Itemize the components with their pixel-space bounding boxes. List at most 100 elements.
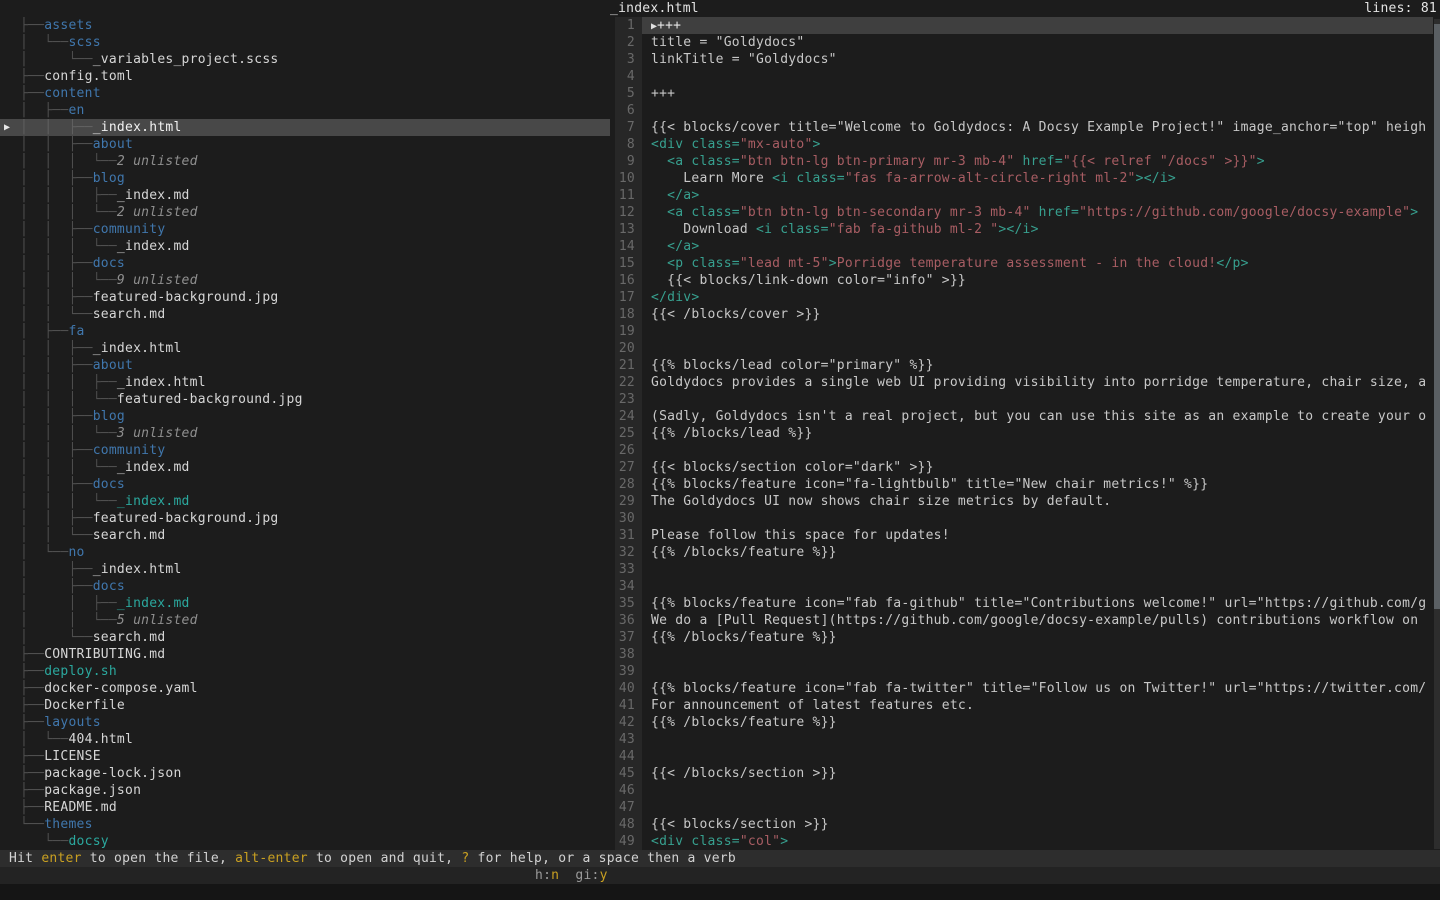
tree-item-community[interactable]: │ │ ├──community <box>0 221 610 238</box>
tree-item-2-unlisted[interactable]: │ │ │ └──2 unlisted <box>0 153 610 170</box>
line-content <box>642 68 1433 85</box>
tree-branch-lines: ├── <box>20 715 44 730</box>
tree-item-fa[interactable]: │ ├──fa <box>0 323 610 340</box>
line-content: linkTitle = "Goldydocs" <box>642 51 1433 68</box>
tree-item-_index.html[interactable]: │ │ ├──_index.html <box>0 340 610 357</box>
tree-item-content[interactable]: ├──content <box>0 85 610 102</box>
tree-item-docsy[interactable]: └──docsy <box>0 833 610 850</box>
tree-item-_index.md[interactable]: │ │ ├──_index.md <box>0 595 610 612</box>
line-number: 19 <box>615 323 642 340</box>
tree-item-_index.md[interactable]: │ │ │ └──_index.md <box>0 238 610 255</box>
tree-item-docs[interactable]: │ ├──docs <box>0 578 610 595</box>
tree-item-docs[interactable]: │ │ ├──docs <box>0 255 610 272</box>
tree-item-_index.md[interactable]: │ │ │ ├──_index.md <box>0 187 610 204</box>
tree-item-2-unlisted[interactable]: │ │ │ └──2 unlisted <box>0 204 610 221</box>
tree-item-contributing.md[interactable]: ├──CONTRIBUTING.md <box>0 646 610 663</box>
tree-item-label: featured-background.jpg <box>93 290 279 305</box>
preview-scrollbar[interactable] <box>1434 19 1440 849</box>
preview-line-17: 17</div> <box>610 289 1433 306</box>
tree-item-5-unlisted[interactable]: │ │ └──5 unlisted <box>0 612 610 629</box>
tree-branch-lines: │ │ │ └── <box>20 239 117 254</box>
tree-item-featured-background.jpg[interactable]: │ │ │ └──featured-background.jpg <box>0 391 610 408</box>
hint-key: enter <box>41 851 81 866</box>
tree-item-label: featured-background.jpg <box>93 511 279 526</box>
tree-item-scss[interactable]: │ └──scss <box>0 34 610 51</box>
hint-text: to open and quit, <box>308 851 461 866</box>
line-number: 33 <box>615 561 642 578</box>
tree-item-3-unlisted[interactable]: │ │ │ └──3 unlisted <box>0 425 610 442</box>
tree-item-about[interactable]: │ │ ├──about <box>0 136 610 153</box>
tree-branch-lines: ├── <box>20 800 44 815</box>
tree-item-themes[interactable]: └──themes <box>0 816 610 833</box>
tree-item-package.json[interactable]: ├──package.json <box>0 782 610 799</box>
tree-item-readme.md[interactable]: ├──README.md <box>0 799 610 816</box>
tree-item-search.md[interactable]: │ └──search.md <box>0 629 610 646</box>
preview-header: _index.html lines: 81 <box>610 0 1440 17</box>
tree-branch-lines: ├── <box>20 766 44 781</box>
tree-item-package-lock.json[interactable]: ├──package-lock.json <box>0 765 610 782</box>
tree-item-blog[interactable]: │ │ ├──blog <box>0 408 610 425</box>
tree-item-_index.html[interactable]: │ │ │ ├──_index.html <box>0 374 610 391</box>
tree-item-label: blog <box>93 171 125 186</box>
tree-item-_index.html[interactable]: │ ├──_index.html <box>0 561 610 578</box>
preview-line-37: 37{{% /blocks/feature %}} <box>610 629 1433 646</box>
line-number: 10 <box>615 170 642 187</box>
tree-item-about[interactable]: │ │ ├──about <box>0 357 610 374</box>
command-input-row[interactable]: :e h:n gi:y <box>0 867 1440 884</box>
line-content <box>642 561 1433 578</box>
preview-line-10: 10 Learn More <i class="fas fa-arrow-alt… <box>610 170 1433 187</box>
tree-item-en[interactable]: │ ├──en <box>0 102 610 119</box>
tree-item-config.toml[interactable]: ├──config.toml <box>0 68 610 85</box>
tree-item-license[interactable]: ├──LICENSE <box>0 748 610 765</box>
mode-hint-label: h: <box>535 868 551 883</box>
tree-branch-lines: │ └── <box>20 630 93 645</box>
tree-item-layouts[interactable]: ├──layouts <box>0 714 610 731</box>
line-content: {{% blocks/lead color="primary" %}} <box>642 357 1433 374</box>
tree-item-docker-compose.yaml[interactable]: ├──docker-compose.yaml <box>0 680 610 697</box>
tree-item-blog[interactable]: │ │ ├──blog <box>0 170 610 187</box>
tree-branch-lines: │ ├── <box>20 324 68 339</box>
line-number: 28 <box>615 476 642 493</box>
tree-item-featured-background.jpg[interactable]: │ │ ├──featured-background.jpg <box>0 510 610 527</box>
tree-item-deploy.sh[interactable]: ├──deploy.sh <box>0 663 610 680</box>
line-content: Download <i class="fab fa-github ml-2 ">… <box>642 221 1433 238</box>
tree-item-_index.html[interactable]: ▶│ │ ├──_index.html <box>0 119 610 136</box>
tree-item-search.md[interactable]: │ │ └──search.md <box>0 306 610 323</box>
tree-item-label: docs <box>93 579 125 594</box>
tree-item-label: _index.html <box>93 341 182 356</box>
tree-item-_index.md[interactable]: │ │ │ └──_index.md <box>0 493 610 510</box>
tree-item-9-unlisted[interactable]: │ │ │ └──9 unlisted <box>0 272 610 289</box>
mode-hints: h:n gi:y <box>535 867 608 884</box>
tree-item-community[interactable]: │ │ ├──community <box>0 442 610 459</box>
preview-line-43: 43 <box>610 731 1433 748</box>
preview-line-22: 22Goldydocs provides a single web UI pro… <box>610 374 1433 391</box>
tree-branch-lines: └── <box>20 834 68 849</box>
line-content <box>642 663 1433 680</box>
line-content <box>642 391 1433 408</box>
tree-item-label: docsy <box>68 834 108 849</box>
tree-item-404.html[interactable]: │ └──404.html <box>0 731 610 748</box>
tree-item-no[interactable]: │ └──no <box>0 544 610 561</box>
tree-item-search.md[interactable]: │ │ └──search.md <box>0 527 610 544</box>
tree-item-featured-background.jpg[interactable]: │ │ ├──featured-background.jpg <box>0 289 610 306</box>
tree-branch-lines: ├── <box>20 698 44 713</box>
preview-scrollbar-thumb[interactable] <box>1434 24 1440 609</box>
tree-branch-lines: │ └── <box>20 52 93 67</box>
tree-item-label: _index.md <box>117 596 190 611</box>
line-content: The Goldydocs UI now shows chair size me… <box>642 493 1433 510</box>
tree-item-_index.md[interactable]: │ │ │ └──_index.md <box>0 459 610 476</box>
line-content: Please follow this space for updates! <box>642 527 1433 544</box>
tree-branch-lines: │ │ ├── <box>20 477 93 492</box>
line-content: <a class="btn btn-lg btn-primary mr-3 mb… <box>642 153 1433 170</box>
tree-item-dockerfile[interactable]: ├──Dockerfile <box>0 697 610 714</box>
tree-item-_variables_project.scss[interactable]: │ └──_variables_project.scss <box>0 51 610 68</box>
line-content: ▶+++ <box>642 17 1433 34</box>
preview-line-30: 30 <box>610 510 1433 527</box>
tree-item-assets[interactable]: ├──assets <box>0 17 610 34</box>
preview-title: _index.html <box>610 0 699 17</box>
tree-item-docs[interactable]: │ │ ├──docs <box>0 476 610 493</box>
tree-branch-lines: ├── <box>20 749 44 764</box>
line-number: 43 <box>615 731 642 748</box>
tree-item-label: docker-compose.yaml <box>44 681 197 696</box>
line-number: 26 <box>615 442 642 459</box>
